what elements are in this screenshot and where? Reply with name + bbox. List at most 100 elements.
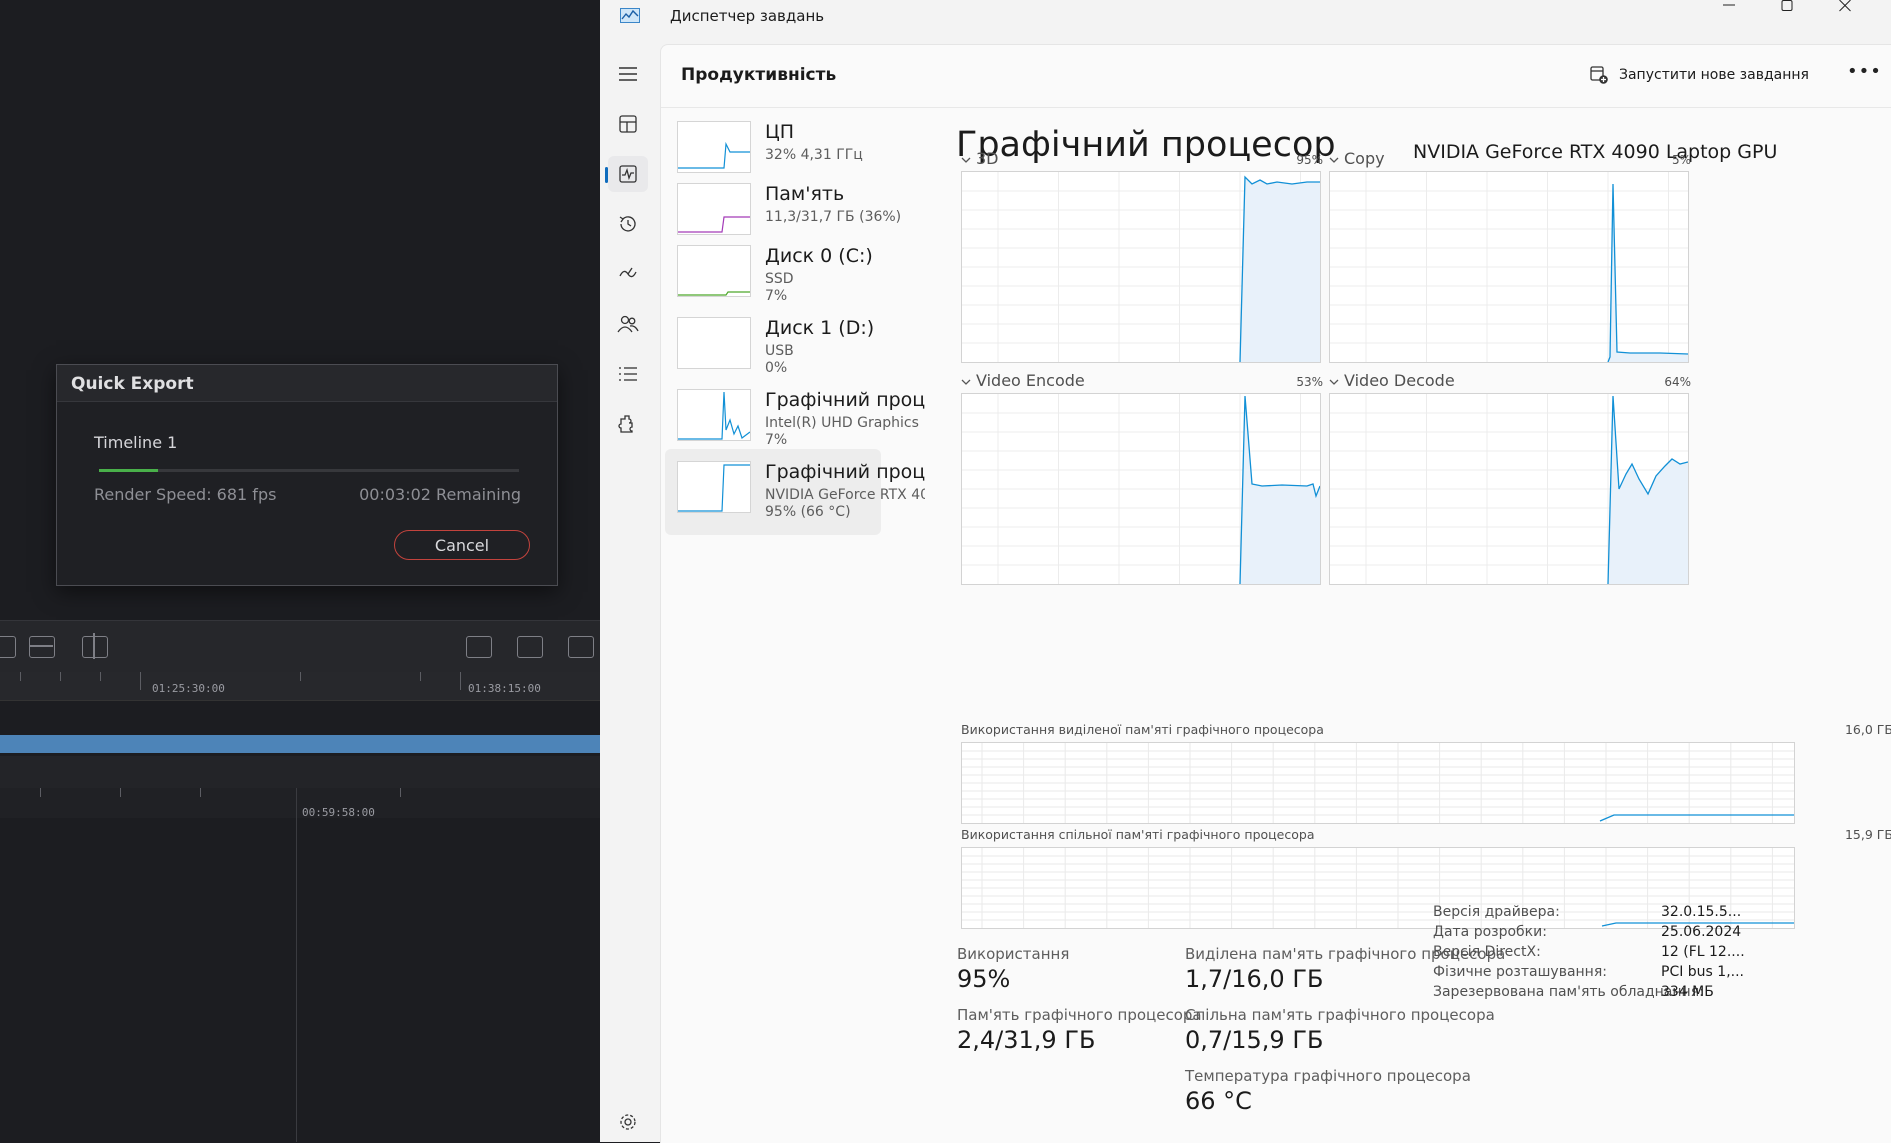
render-progress-bar	[99, 469, 519, 472]
device-thumbnail-graph	[677, 317, 751, 369]
engine-name: 3D	[976, 149, 999, 168]
engine-percent: 95%	[1296, 153, 1323, 167]
more-options-icon[interactable]: •••	[1847, 61, 1882, 82]
temperature-value: 66 °C	[1185, 1087, 1252, 1115]
ruler-tick	[140, 672, 141, 690]
dedicated-memory-max: 16,0 ГБ	[1844, 722, 1891, 737]
navigation-rail	[600, 34, 656, 1142]
dialog-header: Quick Export	[57, 365, 557, 402]
processes-icon[interactable]	[608, 106, 648, 142]
users-icon[interactable]	[608, 306, 648, 342]
device-item[interactable]: Графічний процесор 1 NVIDIA GeForce RTX 4…	[665, 449, 925, 535]
dedicated-memory-stat-value: 1,7/16,0 ГБ	[1185, 965, 1324, 993]
device-sparkline	[678, 291, 750, 296]
minimize-icon[interactable]	[1700, 0, 1758, 30]
engine-usage-graph	[1329, 171, 1689, 363]
window-title: Диспетчер завдань	[670, 7, 825, 25]
chevron-down-icon	[961, 149, 971, 168]
view-waveform-icon[interactable]	[568, 636, 594, 658]
render-speed: Render Speed: 681 fps	[94, 485, 277, 504]
task-manager-app-icon	[620, 8, 640, 23]
device-usage: 7%	[765, 432, 788, 448]
device-thumbnail-graph	[677, 245, 751, 297]
track-height-icon[interactable]	[29, 636, 55, 658]
shared-memory-stat-label: Спільна пам'ять графічного процесора	[1185, 1006, 1495, 1024]
info-label: Версія DirectX:	[1433, 944, 1541, 960]
info-value: 32.0.15.5...	[1661, 904, 1742, 920]
device-sparkline	[678, 141, 750, 169]
resolve-window: Quick Export Timeline 1 Render Speed: 68…	[0, 0, 600, 1142]
info-label: Фізичне розташування:	[1433, 964, 1607, 980]
app-history-icon[interactable]	[608, 206, 648, 242]
details-icon[interactable]	[608, 356, 648, 392]
performance-icon[interactable]	[605, 156, 648, 192]
run-task-icon	[1590, 66, 1608, 84]
hamburger-menu-icon[interactable]	[608, 56, 648, 92]
ruler-tick	[420, 672, 421, 681]
device-sparkline	[678, 216, 750, 233]
cancel-button[interactable]: Cancel	[394, 530, 530, 560]
shared-memory-max: 15,9 ГБ	[1844, 827, 1891, 842]
dedicated-memory-label: Використання виділеної пам'яті графічног…	[961, 722, 1324, 737]
device-name: Графічний процесор 0	[765, 389, 925, 411]
engine-name: Video Decode	[1344, 371, 1455, 390]
engine-label[interactable]: Copy	[1329, 149, 1385, 168]
info-value: 25.06.2024	[1661, 924, 1742, 940]
engine-label[interactable]: 3D	[961, 149, 999, 168]
blade-tool-icon[interactable]	[0, 636, 16, 658]
gpu-model: NVIDIA GeForce RTX 4090 Laptop GPU	[1413, 141, 1778, 163]
services-icon[interactable]	[608, 406, 648, 442]
lower-ruler[interactable]: 00:59:58:00	[0, 788, 600, 819]
ruler-tick	[40, 788, 41, 797]
gpu-memory-label: Пам'ять графічного процесора	[957, 1006, 1202, 1024]
dialog-title: Quick Export	[71, 374, 194, 394]
gpu-memory-value: 2,4/31,9 ГБ	[957, 1026, 1096, 1054]
split-clip-icon[interactable]	[82, 633, 108, 659]
device-sparkline	[678, 464, 750, 512]
info-value: 12 (FL 12....	[1661, 944, 1745, 960]
engine-percent: 5%	[1671, 153, 1691, 167]
engine-name: Video Encode	[976, 371, 1085, 390]
device-detail: 11,3/31,7 ГБ (36%)	[765, 209, 902, 225]
close-icon[interactable]	[1816, 0, 1874, 30]
run-task-label: Запустити нове завдання	[1619, 67, 1809, 83]
engine-usage-graph	[1329, 393, 1689, 585]
info-value: PCI bus 1,...	[1661, 964, 1745, 980]
shared-memory-stat-value: 0,7/15,9 ГБ	[1185, 1026, 1324, 1054]
settings-gear-icon[interactable]	[608, 1104, 648, 1140]
device-detail: 32% 4,31 ГГц	[765, 147, 863, 163]
chevron-down-icon	[961, 371, 971, 390]
device-usage: 95% (66 °C)	[765, 504, 851, 520]
ruler-tick	[200, 788, 201, 797]
playhead[interactable]	[296, 788, 297, 1142]
view-list-icon[interactable]	[466, 636, 492, 658]
engine-percent: 53%	[1296, 375, 1323, 389]
timeline-clip[interactable]	[0, 735, 600, 753]
ruler-tick	[400, 788, 401, 797]
timecode-label: 00:59:58:00	[302, 806, 375, 819]
ruler-tick	[60, 672, 61, 681]
engine-label[interactable]: Video Decode	[1329, 371, 1455, 390]
timeline-ruler[interactable]: 01:25:30:00 01:38:15:00	[0, 672, 600, 701]
device-usage: 7%	[765, 288, 788, 304]
info-value: 334 МБ	[1661, 984, 1714, 1000]
quick-export-dialog: Quick Export Timeline 1 Render Speed: 68…	[56, 364, 558, 586]
shared-memory-label: Використання спільної пам'яті графічного…	[961, 827, 1315, 842]
device-name: Графічний процесор 1	[765, 461, 925, 483]
ruler-tick	[100, 672, 101, 681]
device-usage: 0%	[765, 360, 788, 376]
maximize-icon[interactable]	[1758, 0, 1816, 30]
performance-panel: Продуктивність Запустити нове завдання •…	[660, 44, 1891, 1143]
usage-label: Використання	[957, 945, 1070, 963]
timecode-label: 01:25:30:00	[152, 682, 225, 695]
render-progress-fill	[99, 469, 158, 472]
engine-name: Copy	[1344, 149, 1385, 168]
startup-apps-icon[interactable]	[608, 256, 648, 292]
engine-label[interactable]: Video Encode	[961, 371, 1085, 390]
info-label: Дата розробки:	[1433, 924, 1547, 940]
view-image-icon[interactable]	[517, 636, 543, 658]
title-bar: Диспетчер завдань	[600, 0, 1891, 34]
device-name: Пам'ять	[765, 183, 845, 205]
time-remaining: 00:03:02 Remaining	[359, 485, 521, 504]
run-new-task-button[interactable]: Запустити нове завдання	[1589, 63, 1809, 87]
